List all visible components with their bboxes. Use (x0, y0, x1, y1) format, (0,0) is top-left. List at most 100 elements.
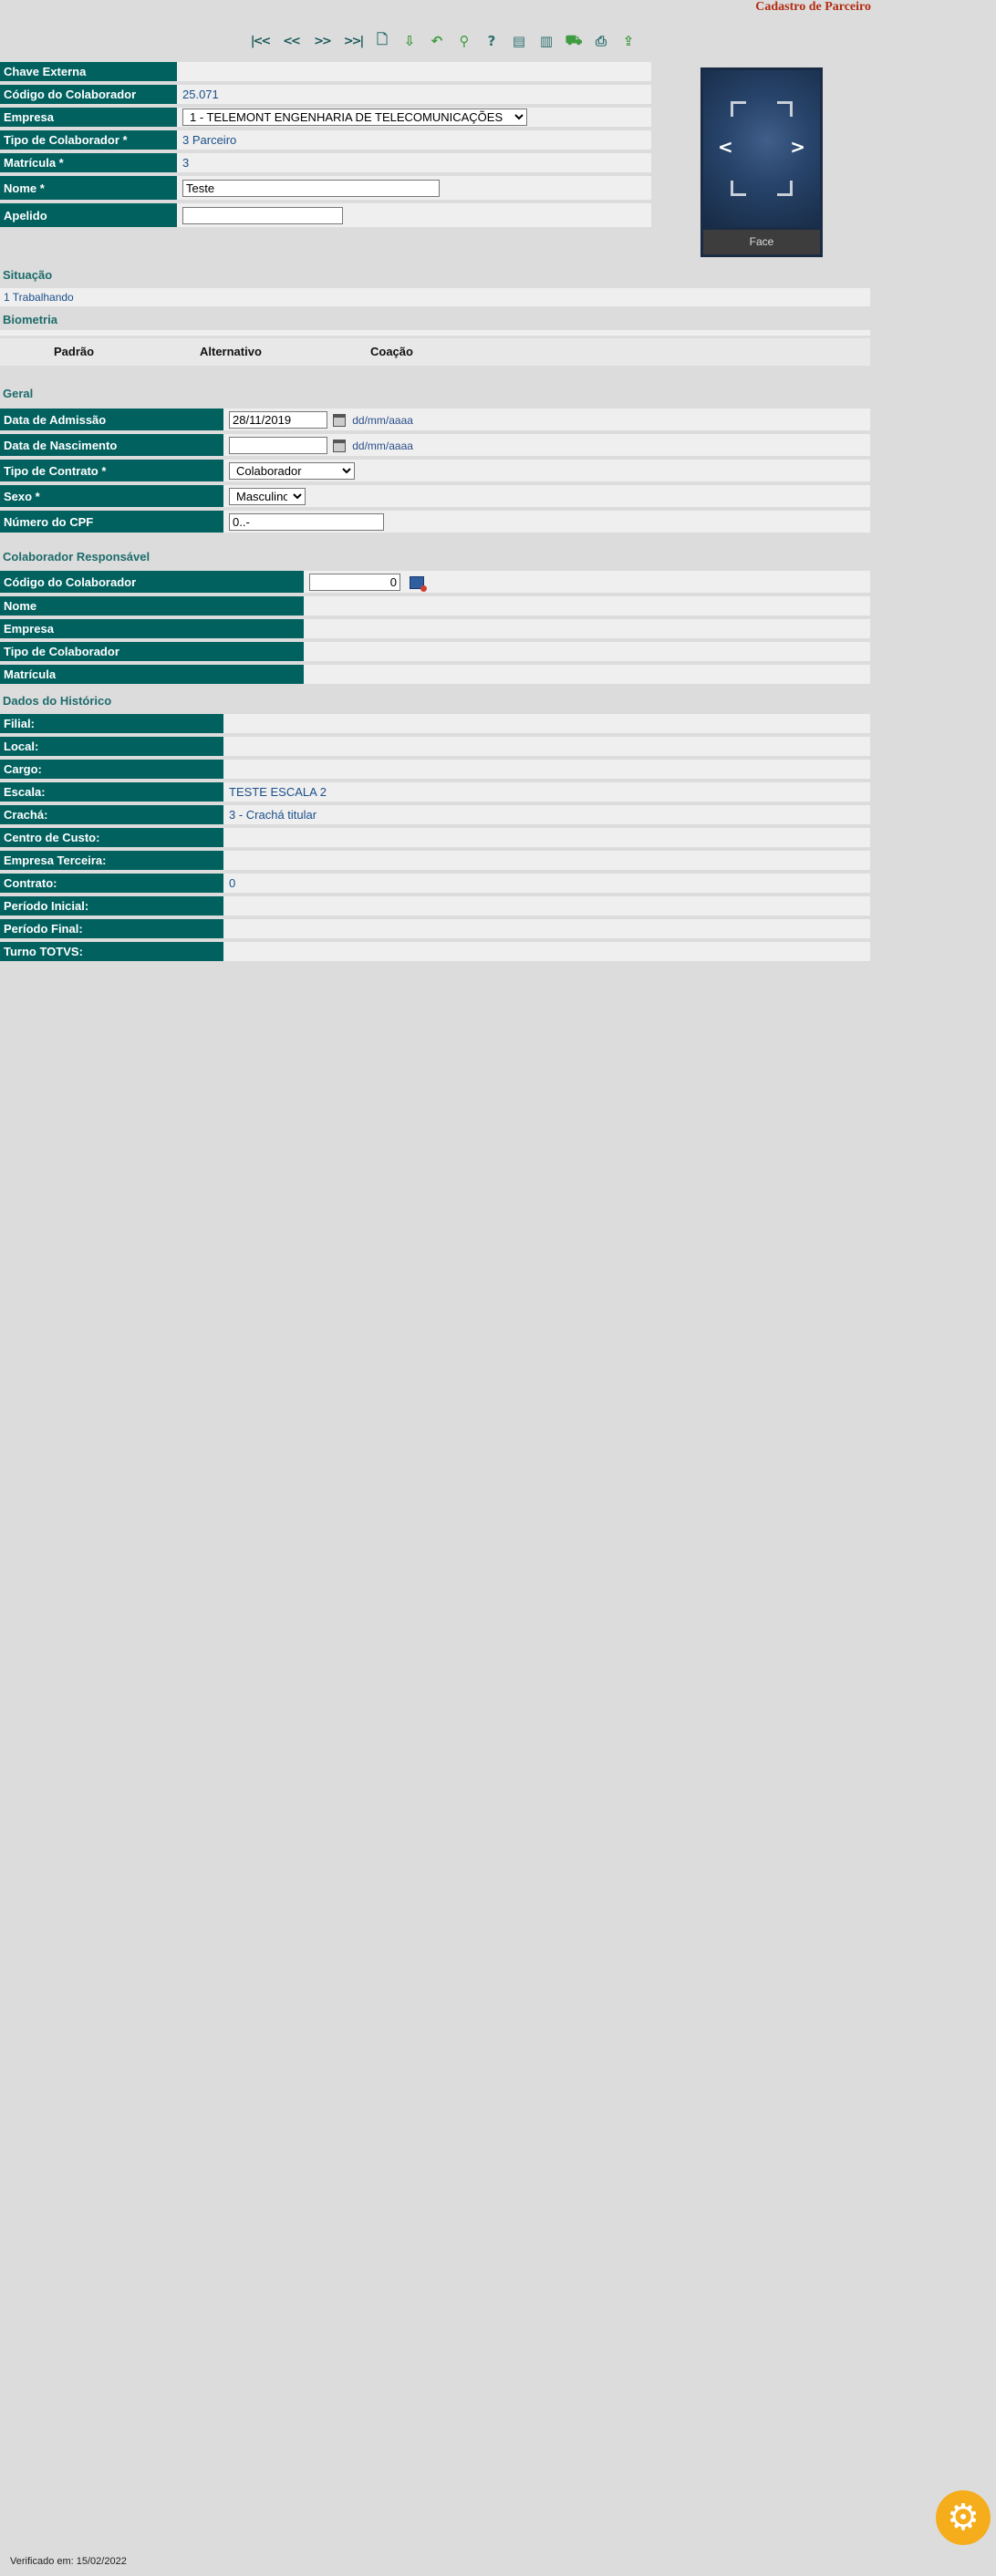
table-row: Contrato: 0 (0, 874, 870, 893)
previous-record-button[interactable]: << (277, 29, 305, 53)
tab-alternativo[interactable]: Alternativo (200, 345, 262, 358)
form-row: Tipo de Colaborador * 3 Parceiro (0, 130, 651, 150)
biometria-divider (0, 330, 870, 336)
form-row: Tipo de Colaborador (0, 642, 870, 661)
empresa-label: Empresa (0, 108, 177, 127)
page-title: Cadastro de Parceiro (755, 0, 871, 14)
admissao-input[interactable] (229, 410, 327, 429)
historico-value (223, 851, 870, 870)
calendar-icon[interactable] (332, 440, 346, 453)
chave-externa-label: Chave Externa (0, 62, 177, 81)
frame-corner-icon (777, 101, 793, 117)
geral-heading: Geral (3, 387, 34, 400)
print-icon[interactable]: ⎙ (589, 29, 613, 53)
apelido-label: Apelido (0, 203, 177, 227)
situacao-heading: Situação (3, 268, 53, 282)
next-record-button[interactable]: >> (308, 29, 336, 53)
form-row: Nome (0, 596, 870, 616)
calendar-icon[interactable] (332, 414, 346, 428)
form-row: Código do Colaborador (0, 571, 870, 593)
undo-icon[interactable]: ↶ (425, 29, 449, 53)
matricula-value: 3 (177, 153, 651, 172)
photo-next-button[interactable]: > (790, 136, 805, 158)
settings-gear-icon[interactable]: ⚙ (936, 2490, 991, 2545)
historico-value: TESTE ESCALA 2 (223, 782, 870, 802)
first-record-button[interactable]: |<< (246, 29, 274, 53)
search-icon[interactable]: ⚲ (452, 29, 476, 53)
situacao-value: 1 Trabalhando (0, 288, 870, 306)
tipo-contrato-select[interactable]: Colaborador (229, 461, 355, 480)
cpf-input[interactable] (229, 512, 384, 531)
photo-prev-button[interactable]: < (718, 136, 733, 158)
historico-table: Filial: Local: Cargo: Escala: TESTE ESCAL… (0, 710, 870, 965)
historico-value (223, 942, 870, 961)
cpf-label: Número do CPF (0, 511, 223, 533)
resp-nome-value (304, 596, 870, 616)
tab-coacao[interactable]: Coação (370, 345, 413, 358)
face-photo: < > (703, 70, 820, 227)
form-row: Matrícula (0, 665, 870, 684)
form-row: Tipo de Contrato * Colaborador (0, 460, 870, 481)
resp-empresa-label: Empresa (0, 619, 304, 638)
help-icon[interactable]: ? (480, 29, 503, 53)
lookup-icon[interactable] (409, 576, 427, 593)
historico-value (223, 760, 870, 779)
frame-corner-icon (731, 101, 746, 117)
table-row: Centro de Custo: (0, 828, 870, 847)
historico-label: Empresa Terceira: (0, 851, 223, 870)
save-icon[interactable]: ⇩ (398, 29, 421, 53)
resp-codigo-input[interactable] (309, 573, 400, 591)
resp-matricula-value (304, 665, 870, 684)
form-row: Número do CPF (0, 511, 870, 533)
table-row: Período Final: (0, 919, 870, 938)
frame-corner-icon (777, 181, 793, 196)
frame-corner-icon (731, 181, 746, 196)
historico-label: Escala: (0, 782, 223, 802)
historico-value: 3 - Crachá titular (223, 805, 870, 824)
nome-input[interactable] (182, 179, 440, 197)
biometria-tabs: Padrão Alternativo Coação (0, 338, 870, 366)
resp-matricula-label: Matrícula (0, 665, 304, 684)
form-row: Sexo * Masculino (0, 485, 870, 507)
historico-label: Cargo: (0, 760, 223, 779)
nome-label: Nome * (0, 176, 177, 200)
historico-value (223, 896, 870, 916)
form-row: Chave Externa (0, 62, 651, 81)
photo-caption: Face (703, 230, 820, 254)
responsavel-form: Código do Colaborador Nome Empresa Tipo … (0, 567, 870, 688)
form-row: Empresa 1 - TELEMONT ENGENHARIA DE TELEC… (0, 108, 651, 127)
matricula-label: Matrícula * (0, 153, 177, 172)
geral-form: Data de Admissão dd/mm/aaaa Data de Nasc… (0, 405, 870, 536)
codigo-colaborador-value: 25.071 (177, 85, 651, 104)
export-icon[interactable]: ⇪ (617, 29, 640, 53)
last-record-button[interactable]: >>| (339, 29, 367, 53)
table-row: Período Inicial: (0, 896, 870, 916)
document-icon[interactable]: ▥ (534, 29, 558, 53)
resp-codigo-label: Código do Colaborador (0, 571, 304, 593)
tipo-colaborador-value: 3 Parceiro (177, 130, 651, 150)
table-row: Escala: TESTE ESCALA 2 (0, 782, 870, 802)
nascimento-label: Data de Nascimento (0, 434, 223, 456)
sexo-select[interactable]: Masculino (229, 487, 306, 505)
main-form: Chave Externa Código do Colaborador 25.0… (0, 58, 651, 231)
empresa-select[interactable]: 1 - TELEMONT ENGENHARIA DE TELECOMUNICAÇ… (182, 109, 527, 126)
historico-value (223, 714, 870, 733)
historico-label: Filial: (0, 714, 223, 733)
historico-label: Turno TOTVS: (0, 942, 223, 961)
new-icon[interactable]: 🗋 (370, 29, 394, 53)
nascimento-input[interactable] (229, 436, 327, 454)
historico-value (223, 737, 870, 756)
form-row: Data de Nascimento dd/mm/aaaa (0, 434, 870, 456)
table-row: Filial: (0, 714, 870, 733)
form-row: Empresa (0, 619, 870, 638)
resp-empresa-value (304, 619, 870, 638)
report-icon[interactable]: ▤ (507, 29, 531, 53)
tab-padrao[interactable]: Padrão (54, 345, 94, 358)
table-row: Empresa Terceira: (0, 851, 870, 870)
resp-nome-label: Nome (0, 596, 304, 616)
table-row: Turno TOTVS: (0, 942, 870, 961)
apelido-input[interactable] (182, 206, 343, 224)
historico-value: 0 (223, 874, 870, 893)
vehicle-icon[interactable]: ⛟ (562, 29, 586, 53)
chave-externa-value (177, 62, 651, 81)
